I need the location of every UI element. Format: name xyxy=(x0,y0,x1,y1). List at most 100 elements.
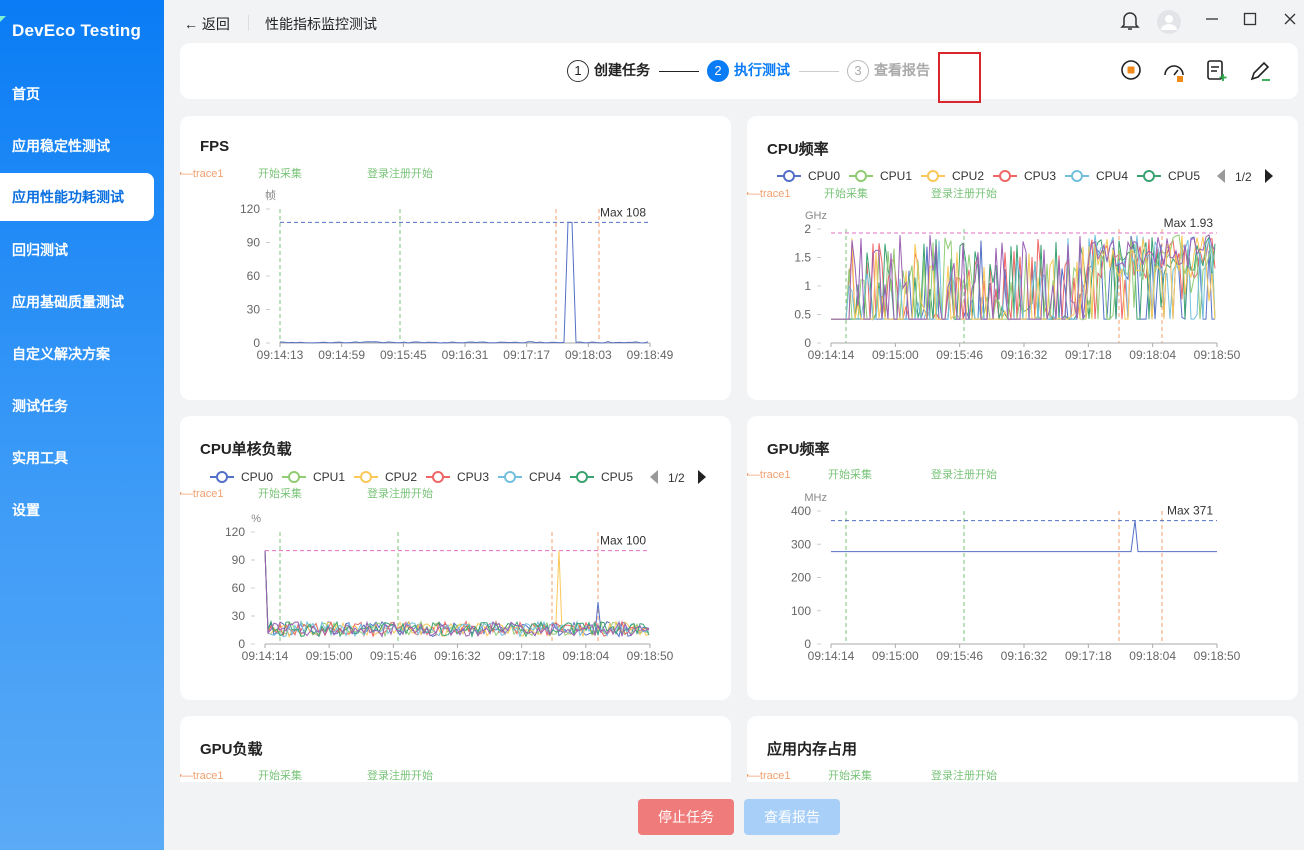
x-tick-label: 09:16:31 xyxy=(442,348,489,362)
marker-label-login: 登录注册开始 xyxy=(367,768,433,782)
sidebar-item-stability[interactable]: 应用稳定性测试 xyxy=(0,122,154,170)
marker-label-trace: trace1—•—trace1 xyxy=(180,770,224,782)
back-button[interactable]: ← 返回 xyxy=(184,14,230,34)
avatar[interactable] xyxy=(1157,10,1181,34)
sidebar-item-home[interactable]: 首页 xyxy=(0,70,154,118)
marker-label-login: 登录注册开始 xyxy=(931,768,997,782)
max-label: Max 371 xyxy=(1167,504,1213,518)
step-connector xyxy=(659,71,699,72)
x-tick-label: 09:18:50 xyxy=(627,649,674,663)
x-tick-label: 09:18:50 xyxy=(1194,649,1241,663)
gauge-icon[interactable] xyxy=(1162,59,1186,88)
sidebar-item-performance[interactable]: 应用性能功耗测试 xyxy=(0,173,154,221)
marker-label-start: 开始采集 xyxy=(258,486,302,500)
legend-marker-CPU2 xyxy=(927,170,939,182)
legend-marker-CPU2 xyxy=(360,471,372,483)
x-tick-label: 09:16:32 xyxy=(1001,348,1048,362)
legend-prev-icon xyxy=(650,470,658,484)
x-tick-label: 09:18:50 xyxy=(1194,348,1241,362)
x-tick-label: 09:15:46 xyxy=(936,348,983,362)
bottom-bar: 停止任务 查看报告 xyxy=(164,782,1304,850)
marker-label-login: 登录注册开始 xyxy=(367,486,433,500)
sidebar-item-settings[interactable]: 设置 xyxy=(0,486,154,534)
marker-label-login: 登录注册开始 xyxy=(931,467,997,481)
marker-label-login: 登录注册开始 xyxy=(367,166,433,180)
legend-page: 1/2 xyxy=(1235,170,1252,184)
main-area: ← 返回 性能指标监控测试 1 创建任务 2 执行测试 3 查看报告 FPS 开… xyxy=(164,0,1304,850)
x-tick-label: 09:18:04 xyxy=(1129,649,1176,663)
minimize-icon[interactable] xyxy=(1200,10,1224,34)
sidebar-item-tools[interactable]: 实用工具 xyxy=(0,434,154,482)
y-tick-label: 0.5 xyxy=(794,308,811,322)
legend-label-CPU3: CPU3 xyxy=(1024,169,1056,183)
legend-label-CPU1: CPU1 xyxy=(313,470,345,484)
sidebar-item-regression[interactable]: 回归测试 xyxy=(0,226,154,274)
title-divider xyxy=(248,15,249,31)
x-tick-label: 09:18:04 xyxy=(562,649,609,663)
cpu-load-card: CPU单核负载 CPU0 CPU1 CPU2 CPU3 CPU4 CPU5 1/2 开始采集登… xyxy=(180,416,731,700)
x-tick-label: 09:18:03 xyxy=(565,348,612,362)
marker-label-trace: trace1—•—trace1 xyxy=(180,488,224,500)
step-number: 1 xyxy=(567,60,589,83)
step-bar: 1 创建任务 2 执行测试 3 查看报告 xyxy=(180,43,1298,99)
legend-prev-icon xyxy=(1217,169,1225,183)
marker-label-start: 开始采集 xyxy=(828,768,872,782)
cpu-load-chart[interactable]: CPU0 CPU1 CPU2 CPU3 CPU4 CPU5 1/2 开始采集 登录注册开始 tra… xyxy=(180,416,731,700)
step-label: 创建任务 xyxy=(594,62,650,78)
legend-label-CPU5: CPU5 xyxy=(601,470,633,484)
maximize-icon[interactable] xyxy=(1238,10,1262,34)
bell-icon[interactable] xyxy=(1118,10,1142,34)
legend-marker-CPU0 xyxy=(216,471,228,483)
legend-label-CPU2: CPU2 xyxy=(385,470,417,484)
edit-pen-icon[interactable] xyxy=(1248,59,1272,88)
legend-label-CPU3: CPU3 xyxy=(457,470,489,484)
y-tick-label: 90 xyxy=(247,236,261,250)
view-report-button[interactable]: 查看报告 xyxy=(744,799,840,835)
sidebar-item-quality[interactable]: 应用基础质量测试 xyxy=(0,278,154,326)
step-label: 查看报告 xyxy=(874,62,930,78)
step-execute: 2 执行测试 xyxy=(707,60,790,83)
x-tick-label: 09:17:18 xyxy=(1065,348,1112,362)
y-tick-label: 30 xyxy=(232,609,246,623)
close-icon[interactable] xyxy=(1278,10,1302,34)
x-tick-label: 09:15:45 xyxy=(380,348,427,362)
y-tick-label: 120 xyxy=(240,202,260,216)
sidebar-item-tasks[interactable]: 测试任务 xyxy=(0,382,154,430)
legend-label-CPU2: CPU2 xyxy=(952,169,984,183)
gpu-freq-series xyxy=(831,520,1217,553)
sidebar-item-custom[interactable]: 自定义解决方案 xyxy=(0,330,154,378)
y-axis-label: 帧 xyxy=(265,188,276,202)
record-stop-icon[interactable] xyxy=(1120,59,1142,86)
x-tick-label: 09:18:49 xyxy=(627,348,674,362)
y-tick-label: 90 xyxy=(232,553,246,567)
y-tick-label: 60 xyxy=(232,581,246,595)
logo-mark-icon xyxy=(0,16,6,22)
stop-task-button[interactable]: 停止任务 xyxy=(638,799,734,835)
app-logo: DevEco Testing xyxy=(12,21,142,40)
fps-chart[interactable]: 开始采集登录注册开始trace1—•—trace1帧030609012009:1… xyxy=(180,116,731,400)
legend-label-CPU1: CPU1 xyxy=(880,169,912,183)
y-tick-label: 1.5 xyxy=(794,251,811,265)
add-note-icon[interactable] xyxy=(1206,59,1228,88)
step-create: 1 创建任务 xyxy=(567,60,650,83)
page-title: 性能指标监控测试 xyxy=(265,16,377,32)
x-tick-label: 09:16:32 xyxy=(1001,649,1048,663)
legend-marker-CPU5 xyxy=(576,471,588,483)
cpu-load-series-4 xyxy=(264,550,650,638)
gpu-freq-chart[interactable]: 开始采集登录注册开始trace1—•—trace1MHz010020030040… xyxy=(747,416,1298,700)
x-tick-label: 09:17:18 xyxy=(1065,649,1112,663)
step-report: 3 查看报告 xyxy=(847,60,930,83)
cpu-freq-chart[interactable]: CPU0 CPU1 CPU2 CPU3 CPU4 CPU5 1/2 开始采集 登录注册开始 tra… xyxy=(747,116,1298,400)
y-tick-label: 30 xyxy=(247,303,261,317)
marker-label-trace: trace1—•—trace1 xyxy=(747,188,791,200)
y-tick-label: 100 xyxy=(791,604,811,618)
step-number: 3 xyxy=(847,60,869,83)
y-tick-label: 200 xyxy=(791,571,811,585)
legend-marker-CPU5 xyxy=(1143,170,1155,182)
legend-marker-CPU4 xyxy=(1071,170,1083,182)
legend-next-icon xyxy=(698,470,706,484)
marker-label-trace: trace1—•—trace1 xyxy=(747,770,791,782)
marker-label-trace: trace1—•—trace1 xyxy=(180,168,224,180)
marker-label-start: 开始采集 xyxy=(258,768,302,782)
fps-series xyxy=(279,221,649,344)
